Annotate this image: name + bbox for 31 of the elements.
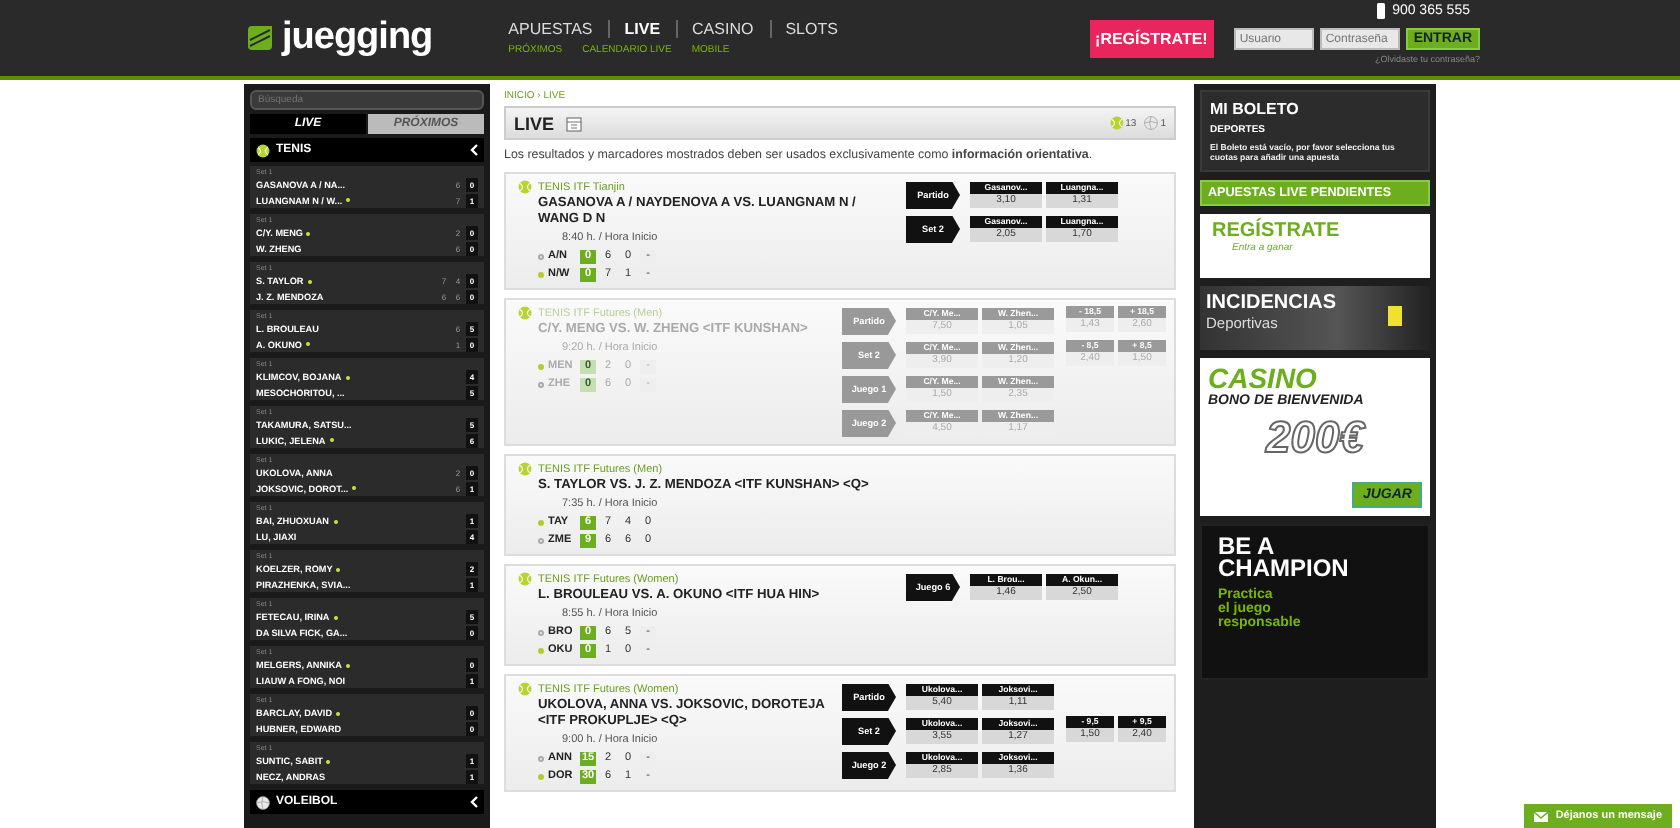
tennis-ball-icon — [518, 462, 532, 476]
calendar-icon[interactable] — [566, 115, 583, 131]
tennis-ball-icon — [1109, 116, 1124, 130]
volleyball-icon — [256, 795, 270, 809]
tennis-ball-icon — [518, 306, 532, 320]
nav-link[interactable]: CASINO — [692, 20, 772, 38]
banner-headline: INCIDENCIAS — [1206, 292, 1337, 314]
page-title: LIVE — [514, 113, 555, 133]
chevron-icon[interactable] — [470, 796, 478, 808]
tennis-ball-icon — [518, 682, 532, 696]
event-card[interactable] — [504, 674, 1176, 792]
register-button[interactable]: ¡REGÍSTRATE! — [1089, 19, 1214, 57]
logo-icon — [244, 22, 276, 54]
nav-link[interactable]: APUESTAS — [508, 20, 611, 38]
nav-link[interactable]: SLOTS — [785, 20, 854, 38]
tennis-ball-icon — [256, 143, 270, 157]
banner-headline: REGÍSTRATE — [1212, 220, 1342, 242]
banner-headline: CASINO — [1208, 362, 1319, 394]
volleyball-icon — [1144, 116, 1159, 130]
tennis-ball-icon — [518, 180, 532, 194]
chevron-icon[interactable] — [470, 144, 478, 156]
logo-text[interactable]: juegging — [282, 16, 433, 60]
nav-link[interactable]: LIVE — [624, 20, 679, 38]
tennis-ball-icon — [518, 572, 532, 586]
banner-headline: CHAMPION — [1218, 558, 1351, 580]
envelope-icon — [1533, 811, 1548, 821]
betslip-title: MI BOLETO — [1210, 100, 1301, 118]
bonus-amount: 200€ — [1262, 412, 1369, 464]
banner-headline: BE A — [1218, 536, 1275, 558]
phone-icon — [1376, 2, 1387, 20]
referee-card-icon — [1388, 306, 1402, 326]
